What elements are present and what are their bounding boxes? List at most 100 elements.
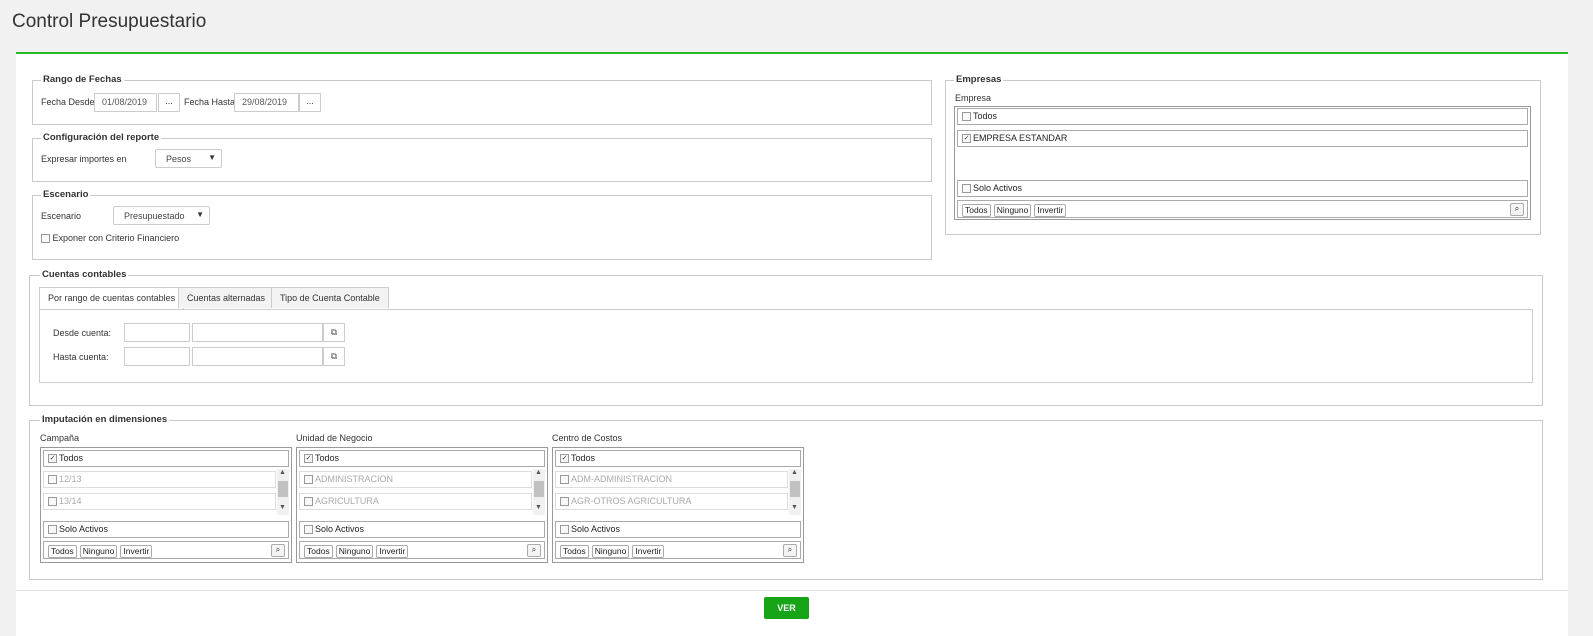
unidad-todos-option[interactable]: ✓ Todos	[299, 450, 545, 467]
scroll-thumb[interactable]	[790, 481, 800, 497]
campana-solo-activos-option[interactable]: Solo Activos	[43, 521, 289, 538]
campana-invertir-button[interactable]: Invertir	[120, 545, 153, 558]
campana-todos-option[interactable]: ✓ Todos	[43, 450, 289, 467]
centro-solo-activos-checkbox[interactable]	[560, 525, 569, 535]
centro-todos-checkbox[interactable]: ✓	[560, 454, 569, 464]
list-item[interactable]: ADMINISTRACION	[299, 471, 532, 488]
empresa-ninguno-button[interactable]: Ninguno	[993, 204, 1032, 217]
campana-scrollbar[interactable]: ▲ ▼	[277, 469, 289, 515]
criterio-financiero-label: Exponer con Criterio Financiero	[52, 233, 180, 243]
scroll-thumb[interactable]	[534, 481, 544, 497]
unidad-solo-activos-checkbox[interactable]	[304, 525, 313, 535]
campana-todos-button[interactable]: Todos	[48, 545, 77, 558]
empresa-item-label: EMPRESA ESTANDAR	[973, 133, 1068, 143]
list-item[interactable]: AGRICULTURA	[299, 493, 532, 510]
campana-ninguno-button[interactable]: Ninguno	[79, 545, 118, 558]
list-item[interactable]: AGR-OTROS AGRICULTURA	[555, 493, 788, 510]
ver-button[interactable]: VER	[764, 597, 809, 619]
scroll-down-icon[interactable]: ▼	[535, 504, 542, 511]
page-title: Control Presupuestario	[12, 11, 207, 32]
search-icon[interactable]: ⌕	[527, 544, 541, 557]
search-icon[interactable]: ⌕	[1510, 203, 1524, 216]
rango-fechas-legend: Rango de Fechas	[41, 74, 124, 85]
empresa-action-bar: Todos Ninguno Invertir ⌕	[957, 200, 1528, 218]
empresa-solo-activos-label: Solo Activos	[973, 183, 1023, 193]
desde-cuenta-label: Desde cuenta:	[53, 328, 112, 338]
fecha-hasta-picker-button[interactable]: ...	[299, 93, 321, 112]
escenario-select[interactable]: Presupuestado ▼	[113, 206, 210, 225]
moneda-select[interactable]: Pesos ▼	[155, 149, 222, 168]
tab-tipo-cuenta[interactable]: Tipo de Cuenta Contable	[271, 287, 389, 308]
external-link-icon[interactable]: ⧉	[323, 323, 345, 342]
desde-cuenta-name-input[interactable]	[192, 323, 323, 342]
desde-cuenta-code-input[interactable]	[124, 323, 190, 342]
search-icon[interactable]: ⌕	[271, 544, 285, 557]
cuentas-tab-panel	[39, 309, 1533, 383]
fecha-desde-input[interactable]: 01/08/2019	[94, 93, 157, 112]
list-item[interactable]: ✓ EMPRESA ESTANDAR	[957, 130, 1528, 147]
scroll-thumb[interactable]	[278, 481, 288, 497]
empresa-todos-checkbox[interactable]	[962, 112, 971, 122]
unidad-item-checkbox[interactable]	[304, 497, 313, 507]
scroll-down-icon[interactable]: ▼	[791, 504, 798, 511]
scroll-up-icon[interactable]: ▲	[279, 469, 286, 476]
empresa-estandar-checkbox[interactable]: ✓	[962, 134, 971, 144]
unidad-invertir-button[interactable]: Invertir	[376, 545, 409, 558]
scroll-up-icon[interactable]: ▲	[535, 469, 542, 476]
unidad-item-label: ADMINISTRACION	[315, 474, 394, 484]
moneda-select-value: Pesos	[166, 154, 192, 164]
empresa-invertir-button[interactable]: Invertir	[1034, 204, 1067, 217]
list-item[interactable]: ADM-ADMINISTRACION	[555, 471, 788, 488]
centro-ninguno-button[interactable]: Ninguno	[591, 545, 630, 558]
centro-solo-activos-option[interactable]: Solo Activos	[555, 521, 801, 538]
expresar-importes-label: Expresar importes en	[41, 154, 127, 164]
scroll-down-icon[interactable]: ▼	[279, 504, 286, 511]
empresas-legend: Empresas	[954, 74, 1004, 85]
imputacion-legend: Imputación en dimensiones	[40, 414, 170, 425]
centro-action-bar: Todos Ninguno Invertir ⌕	[555, 541, 801, 559]
tab-rango-cuentas[interactable]: Por rango de cuentas contables	[39, 287, 185, 310]
fecha-hasta-label: Fecha Hasta	[184, 97, 236, 107]
scroll-up-icon[interactable]: ▲	[791, 469, 798, 476]
centro-item-checkbox[interactable]	[560, 475, 569, 485]
search-icon[interactable]: ⌕	[783, 544, 797, 557]
campana-item-label: 12/13	[59, 474, 82, 484]
fecha-hasta-input[interactable]: 29/08/2019	[234, 93, 299, 112]
centro-invertir-button[interactable]: Invertir	[632, 545, 665, 558]
criterio-financiero-checkbox[interactable]	[41, 234, 50, 244]
escenario-legend: Escenario	[41, 189, 91, 200]
criterio-financiero-option[interactable]: Exponer con Criterio Financiero	[41, 233, 180, 244]
fecha-desde-picker-button[interactable]: ...	[158, 93, 180, 112]
empresa-solo-activos-checkbox[interactable]	[962, 184, 971, 194]
centro-costos-title: Centro de Costos	[552, 433, 623, 443]
unidad-todos-button[interactable]: Todos	[304, 545, 333, 558]
empresa-todos-option[interactable]: Todos	[957, 108, 1528, 125]
campana-item-checkbox[interactable]	[48, 497, 57, 507]
unidad-ninguno-button[interactable]: Ninguno	[335, 545, 374, 558]
unidad-item-checkbox[interactable]	[304, 475, 313, 485]
campana-todos-checkbox[interactable]: ✓	[48, 454, 57, 464]
list-item[interactable]: 12/13	[43, 471, 276, 488]
centro-item-checkbox[interactable]	[560, 497, 569, 507]
campana-solo-activos-checkbox[interactable]	[48, 525, 57, 535]
unidad-solo-activos-option[interactable]: Solo Activos	[299, 521, 545, 538]
campana-solo-activos-label: Solo Activos	[59, 524, 109, 534]
hasta-cuenta-name-input[interactable]	[192, 347, 323, 366]
empresa-todos-button[interactable]: Todos	[962, 204, 991, 217]
unidad-negocio-title: Unidad de Negocio	[296, 433, 373, 443]
empresa-solo-activos-option[interactable]: Solo Activos	[957, 180, 1528, 197]
list-item[interactable]: 13/14	[43, 493, 276, 510]
centro-item-label: ADM-ADMINISTRACION	[571, 474, 672, 484]
configuracion-legend: Configuración del reporte	[41, 132, 162, 143]
hasta-cuenta-label: Hasta cuenta:	[53, 352, 109, 362]
tab-cuentas-alternadas[interactable]: Cuentas alternadas	[178, 287, 275, 308]
unidad-todos-label: Todos	[315, 453, 340, 463]
unidad-scrollbar[interactable]: ▲ ▼	[533, 469, 545, 515]
centro-todos-option[interactable]: ✓ Todos	[555, 450, 801, 467]
campana-item-checkbox[interactable]	[48, 475, 57, 485]
external-link-icon[interactable]: ⧉	[323, 347, 345, 366]
unidad-todos-checkbox[interactable]: ✓	[304, 454, 313, 464]
hasta-cuenta-code-input[interactable]	[124, 347, 190, 366]
centro-todos-button[interactable]: Todos	[560, 545, 589, 558]
centro-scrollbar[interactable]: ▲ ▼	[789, 469, 801, 515]
